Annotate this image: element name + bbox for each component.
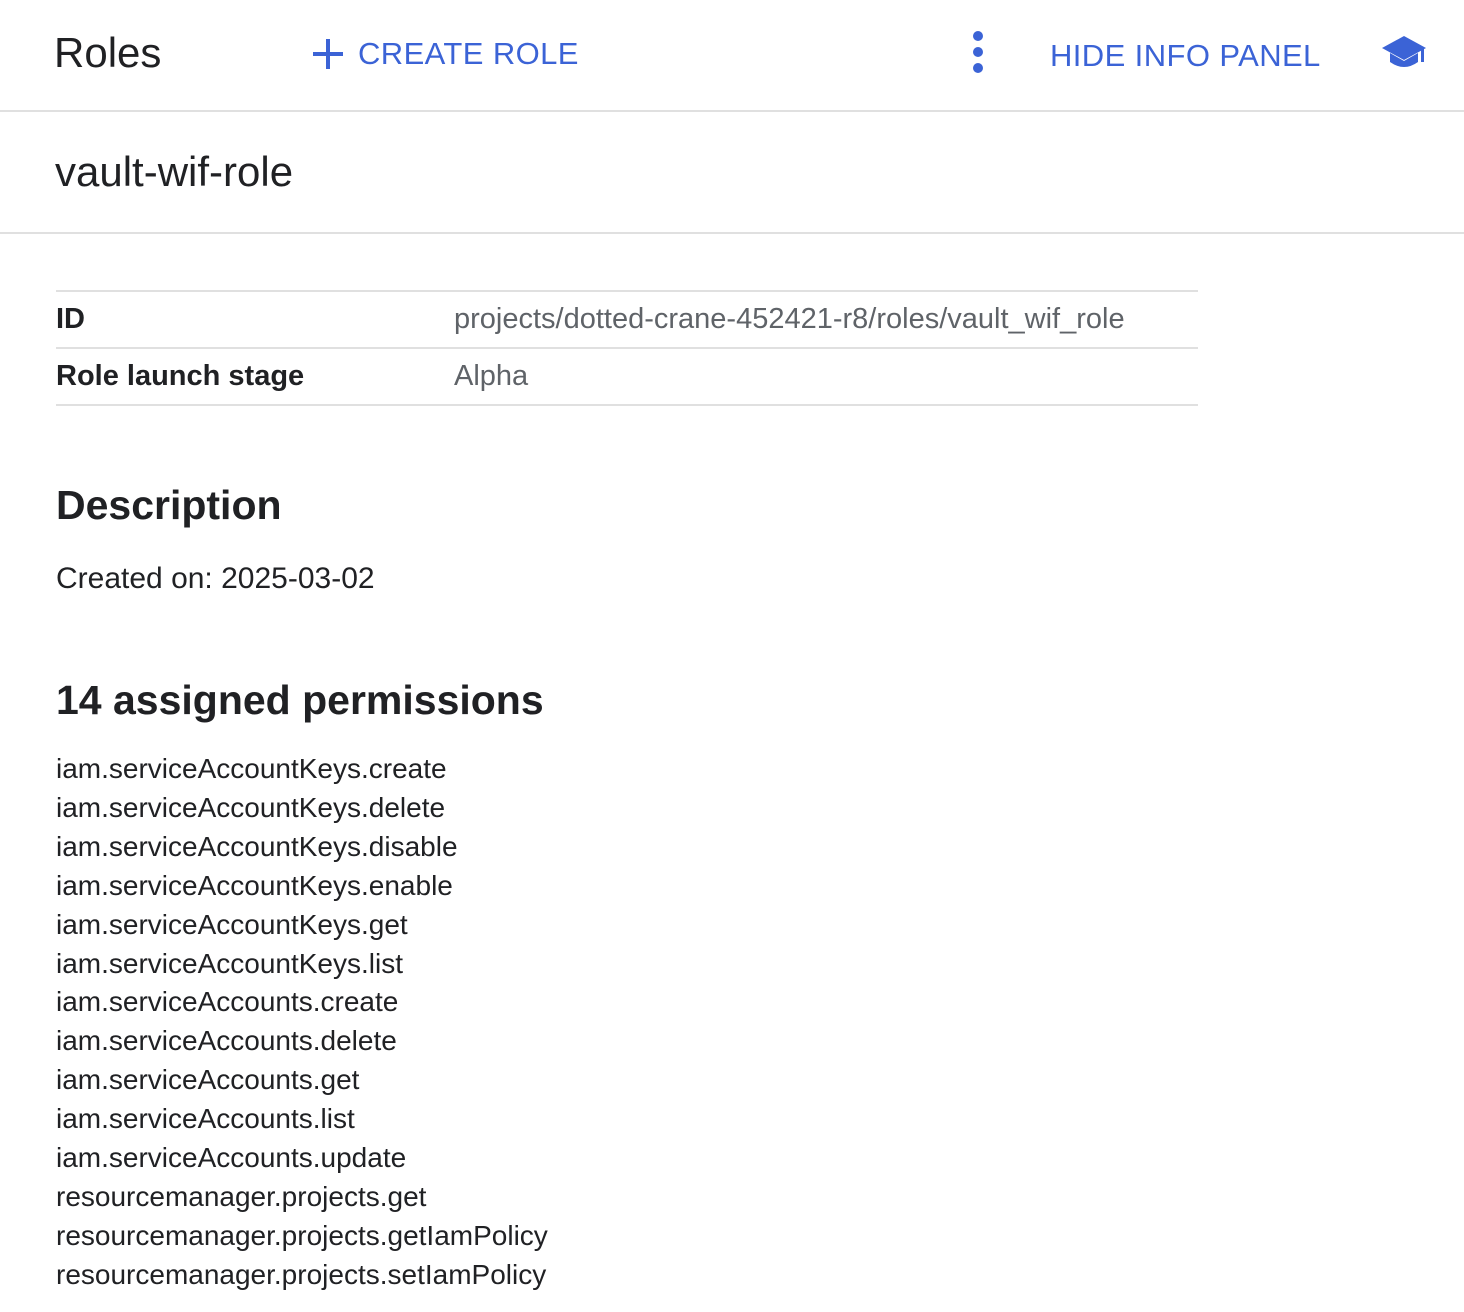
plus-icon [310,36,346,72]
permission-item: resourcemanager.projects.setIamPolicy [56,1258,547,1290]
hide-info-panel-button[interactable]: HIDE INFO PANEL [1050,34,1321,78]
permission-item: iam.serviceAccounts.list [56,1103,355,1135]
permission-item: iam.serviceAccountKeys.get [56,908,408,940]
permission-item: iam.serviceAccounts.update [56,1142,407,1174]
create-role-label: CREATE ROLE [358,36,579,71]
school-icon [1380,36,1428,78]
role-header: vault-wif-role [0,112,1464,234]
role-properties-table: ID projects/dotted-crane-452421-r8/roles… [56,290,1198,406]
permission-item: resourcemanager.projects.get [56,1180,427,1212]
permissions-list: iam.serviceAccountKeys.create iam.servic… [56,750,548,1295]
property-value: Alpha [454,360,529,392]
permissions-heading: 14 assigned permissions [56,677,544,723]
create-role-button[interactable]: CREATE ROLE [310,30,579,78]
description-heading: Description [56,482,282,528]
permission-item: iam.serviceAccountKeys.disable [56,830,458,862]
permission-item: iam.serviceAccountKeys.list [56,947,404,979]
permission-item: iam.serviceAccountKeys.delete [56,791,446,823]
more-vert-icon [971,30,985,79]
description-text: Created on: 2025-03-02 [56,562,375,595]
learn-button[interactable] [1380,34,1428,74]
permission-item: iam.serviceAccounts.get [56,1064,360,1096]
permission-item: iam.serviceAccountKeys.enable [56,869,453,901]
role-name: vault-wif-role [55,148,294,195]
page-title: Roles [54,29,162,76]
property-row-launch-stage: Role launch stage Alpha [56,349,1198,406]
permission-item: iam.serviceAccounts.delete [56,1025,397,1057]
property-row-id: ID projects/dotted-crane-452421-r8/roles… [56,292,1198,349]
permission-item: resourcemanager.projects.getIamPolicy [56,1219,548,1251]
permission-item: iam.serviceAccounts.create [56,986,399,1018]
property-label: Role launch stage [56,360,305,392]
top-toolbar: Roles CREATE ROLE HIDE INFO PANEL [0,0,1464,112]
permission-item: iam.serviceAccountKeys.create [56,753,447,784]
property-label: ID [56,303,85,335]
property-value: projects/dotted-crane-452421-r8/roles/va… [454,303,1125,335]
more-options-button[interactable] [958,26,998,82]
